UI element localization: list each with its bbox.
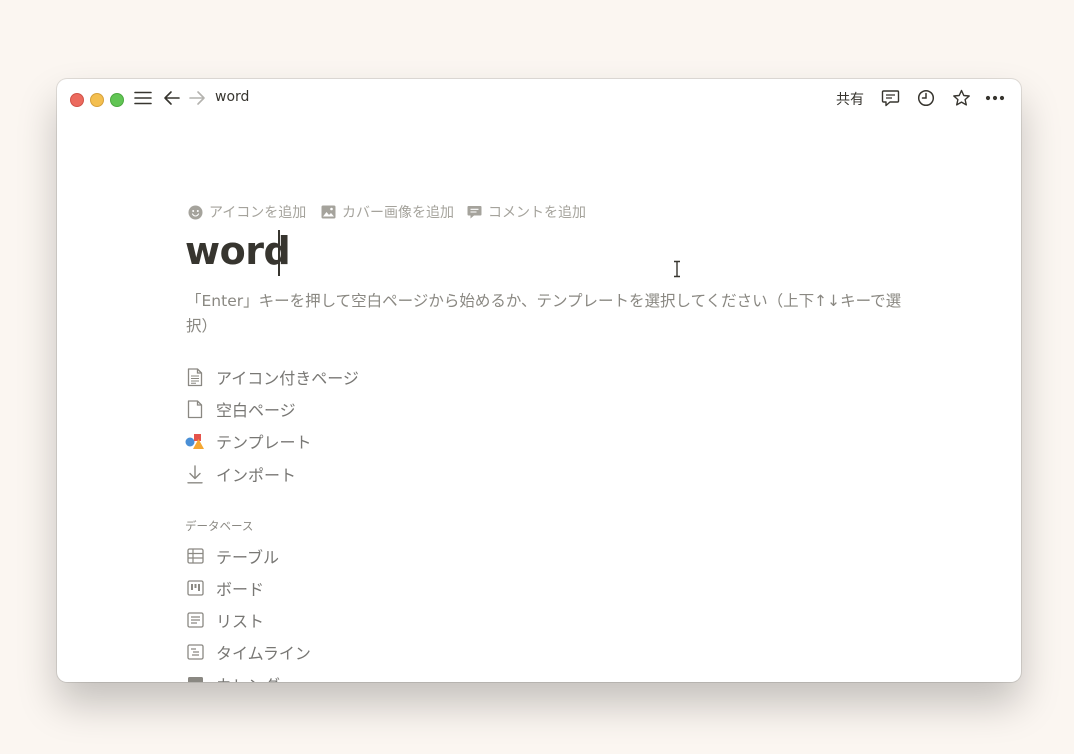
board-icon xyxy=(185,578,205,598)
ibeam-cursor-icon xyxy=(672,260,682,282)
zoom-window-button[interactable] xyxy=(110,93,124,107)
shapes-icon xyxy=(185,431,205,451)
menu-item-label: インポート xyxy=(216,466,297,485)
menu-icon[interactable] xyxy=(133,88,153,108)
menu-item-board[interactable]: ボード xyxy=(185,575,264,601)
calendar-icon xyxy=(185,674,205,682)
timeline-icon xyxy=(185,642,205,662)
menu-item-calendar[interactable]: カレンダー xyxy=(185,671,296,682)
menu-item-label: テーブル xyxy=(216,548,280,567)
list-icon xyxy=(185,610,205,630)
menu-item-label: ボード xyxy=(216,580,265,599)
menu-item-label: 空白ページ xyxy=(216,401,296,420)
menu-item-blank-page[interactable]: 空白ページ xyxy=(185,396,296,422)
menu-item-label: テンプレート xyxy=(216,433,312,452)
table-icon xyxy=(185,546,205,566)
menu-item-label: タイムライン xyxy=(216,644,311,663)
page-title[interactable]: word xyxy=(185,229,291,273)
forward-arrow-icon[interactable] xyxy=(187,88,207,108)
empty-page-hint: 「Enter」キーを押して空白ページから始めるか、テンプレートを選択してください… xyxy=(186,292,902,335)
document-icon xyxy=(185,399,205,419)
smiley-icon xyxy=(188,205,203,219)
add-cover-label: カバー画像を追加 xyxy=(342,205,454,221)
add-comment-button[interactable]: コメントを追加 xyxy=(467,202,586,222)
more-icon[interactable] xyxy=(985,88,1005,108)
menu-item-label: リスト xyxy=(216,612,265,631)
back-arrow-icon[interactable] xyxy=(162,88,182,108)
database-section-label: データベース xyxy=(185,519,254,533)
menu-item-list[interactable]: リスト xyxy=(185,607,264,633)
menu-item-page-with-icon[interactable]: アイコン付きページ xyxy=(185,364,359,390)
add-comment-label: コメントを追加 xyxy=(488,205,586,221)
breadcrumb-page-title[interactable]: word xyxy=(215,89,249,105)
title-bar: word 共有 xyxy=(57,79,1021,117)
download-arrow-icon xyxy=(185,464,205,484)
menu-item-template[interactable]: テンプレート xyxy=(185,428,312,454)
document-lines-icon xyxy=(185,367,205,387)
menu-item-timeline[interactable]: タイムライン xyxy=(185,639,311,665)
minimize-window-button[interactable] xyxy=(90,93,104,107)
add-icon-button[interactable]: アイコンを追加 xyxy=(188,202,306,222)
share-button[interactable]: 共有 xyxy=(836,89,864,109)
comment-icon[interactable] xyxy=(880,88,900,108)
text-caret xyxy=(278,230,280,276)
menu-item-label: アイコン付きページ xyxy=(216,369,359,388)
menu-item-table[interactable]: テーブル xyxy=(185,543,279,569)
image-icon xyxy=(321,205,336,219)
comment-bubble-icon xyxy=(467,206,482,219)
app-window: word 共有 アイコンを追加 カバー画像を追加 コメントを追加 word 「E… xyxy=(57,79,1021,682)
menu-item-import[interactable]: インポート xyxy=(185,461,296,487)
menu-item-label: カレンダー xyxy=(216,672,296,682)
add-cover-button[interactable]: カバー画像を追加 xyxy=(321,202,454,222)
add-icon-label: アイコンを追加 xyxy=(209,205,307,221)
star-icon[interactable] xyxy=(951,88,971,108)
clock-icon[interactable] xyxy=(916,88,936,108)
close-window-button[interactable] xyxy=(70,93,84,107)
